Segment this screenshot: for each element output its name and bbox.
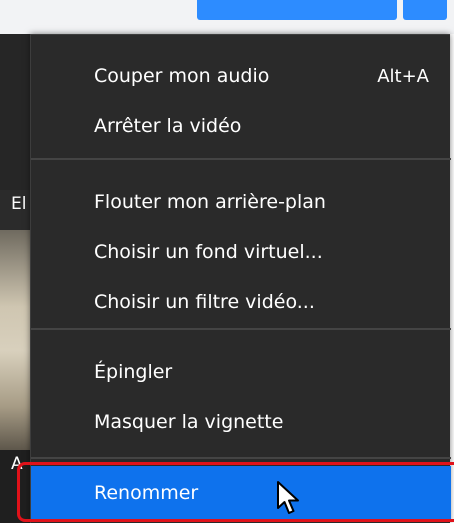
menu-item-label: Choisir un filtre vidéo... xyxy=(94,291,315,313)
menu-item-rename[interactable]: Renommer xyxy=(31,466,451,520)
menu-item-stop-video[interactable]: Arrêter la vidéo xyxy=(31,101,451,151)
menu-item-label: Choisir un fond virtuel... xyxy=(94,241,323,263)
top-primary-button[interactable] xyxy=(197,0,397,20)
menu-item-label: Flouter mon arrière-plan xyxy=(94,191,326,213)
menu-item-mute-audio[interactable]: Couper mon audio Alt+A xyxy=(31,51,451,101)
menu-item-pin[interactable]: Épingler xyxy=(31,347,451,397)
screenshot-stage: El A Couper mon audio Alt+A Arrêter la v… xyxy=(0,0,454,523)
top-secondary-button[interactable] xyxy=(403,0,447,20)
menu-item-label: Épingler xyxy=(94,361,173,383)
menu-item-shortcut: Alt+A xyxy=(377,65,429,87)
menu-divider xyxy=(31,158,451,160)
menu-item-video-filter[interactable]: Choisir un filtre vidéo... xyxy=(31,277,451,327)
menu-item-label: Couper mon audio xyxy=(94,65,270,87)
menu-item-blur-background[interactable]: Flouter mon arrière-plan xyxy=(31,177,451,227)
menu-divider xyxy=(31,328,451,330)
menu-item-label: Arrêter la vidéo xyxy=(94,115,242,137)
context-menu: Couper mon audio Alt+A Arrêter la vidéo … xyxy=(30,34,451,523)
menu-group-view: Épingler Masquer la vignette xyxy=(31,347,451,447)
participant-video-thumbnail[interactable] xyxy=(0,230,30,450)
menu-item-hide-thumbnail[interactable]: Masquer la vignette xyxy=(31,397,451,447)
menu-item-label: Masquer la vignette xyxy=(94,411,284,433)
participant-name-label: El xyxy=(11,194,27,214)
arrow-pointer-icon xyxy=(277,481,299,514)
menu-group-audio-video: Couper mon audio Alt+A Arrêter la vidéo xyxy=(31,51,451,151)
menu-item-label: Renommer xyxy=(94,482,199,504)
participant-name-label-bottom: A xyxy=(11,454,23,474)
menu-item-virtual-background[interactable]: Choisir un fond virtuel... xyxy=(31,227,451,277)
menu-group-background: Flouter mon arrière-plan Choisir un fond… xyxy=(31,177,451,327)
menu-divider xyxy=(31,457,451,459)
